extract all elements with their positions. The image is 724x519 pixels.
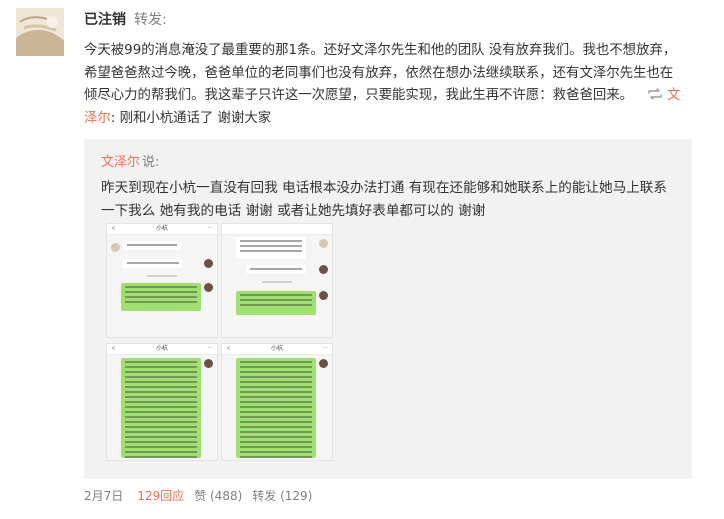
repost-button[interactable]: 转发 (129) xyxy=(252,489,312,503)
image-thumbnail-3[interactable]: < 小杭 ··· xyxy=(106,343,218,461)
image-thumbnail-4[interactable]: < 小杭 ··· xyxy=(221,343,333,461)
chat-titlebar: < 小杭 ··· xyxy=(107,224,217,235)
quoted-author-link[interactable]: 文泽尔 xyxy=(101,155,140,170)
quoted-text: 昨天到现在小杭一直没有回我 电话根本没办法打通 有现在还能够和她联系上的能让她马… xyxy=(101,180,667,219)
chat-titlebar: < 小杭 ··· xyxy=(222,344,332,355)
chat-title: 小杭 xyxy=(155,345,168,352)
post-date-link[interactable]: 2月7日 xyxy=(84,489,123,503)
image-thumbnail-1[interactable]: < 小杭 ··· xyxy=(106,223,218,338)
image-thumbnail-2[interactable] xyxy=(221,223,333,338)
post-text: 今天被99的消息淹没了最重要的那1条。还好文泽尔先生和他的团队 没有放弃我们。我… xyxy=(84,43,677,103)
repost-separator: : xyxy=(110,110,116,126)
avatar[interactable] xyxy=(16,8,64,56)
more-icon: ··· xyxy=(207,225,213,232)
repost-text: 刚和小杭通话了 谢谢大家 xyxy=(119,110,272,126)
repost-icon xyxy=(648,88,662,100)
back-icon: < xyxy=(111,225,117,232)
back-icon: < xyxy=(111,345,117,352)
quoted-said-label: 说: xyxy=(142,155,160,170)
like-button[interactable]: 赞 (488) xyxy=(194,489,242,503)
chat-screenshot xyxy=(107,235,217,337)
chat-titlebar xyxy=(222,224,332,235)
chat-screenshot xyxy=(222,355,332,460)
post-header: 已注销 转发: xyxy=(84,9,167,29)
quoted-post: 文泽尔 说: 昨天到现在小杭一直没有回我 电话根本没办法打通 有现在还能够和她联系… xyxy=(84,139,692,479)
post-content: 今天被99的消息淹没了最重要的那1条。还好文泽尔先生和他的团队 没有放弃我们。我… xyxy=(84,40,684,130)
chat-screenshot xyxy=(107,355,217,460)
chat-titlebar: < 小杭 ··· xyxy=(107,344,217,355)
chat-screenshot xyxy=(222,235,332,337)
more-icon: ··· xyxy=(322,345,328,352)
avatar-image xyxy=(16,8,64,56)
chat-title: 小杭 xyxy=(270,345,283,352)
chat-title: 小杭 xyxy=(155,225,168,232)
username-link[interactable]: 已注销 xyxy=(84,12,126,28)
more-icon: ··· xyxy=(207,345,213,352)
back-icon: < xyxy=(226,345,232,352)
reply-count-link[interactable]: 129回应 xyxy=(137,489,184,503)
post-footer: 2月7日 129回应赞 (488) 转发 (129) xyxy=(84,487,312,504)
repost-label: 转发: xyxy=(134,12,167,28)
quoted-author: 文泽尔 说: xyxy=(101,151,159,170)
